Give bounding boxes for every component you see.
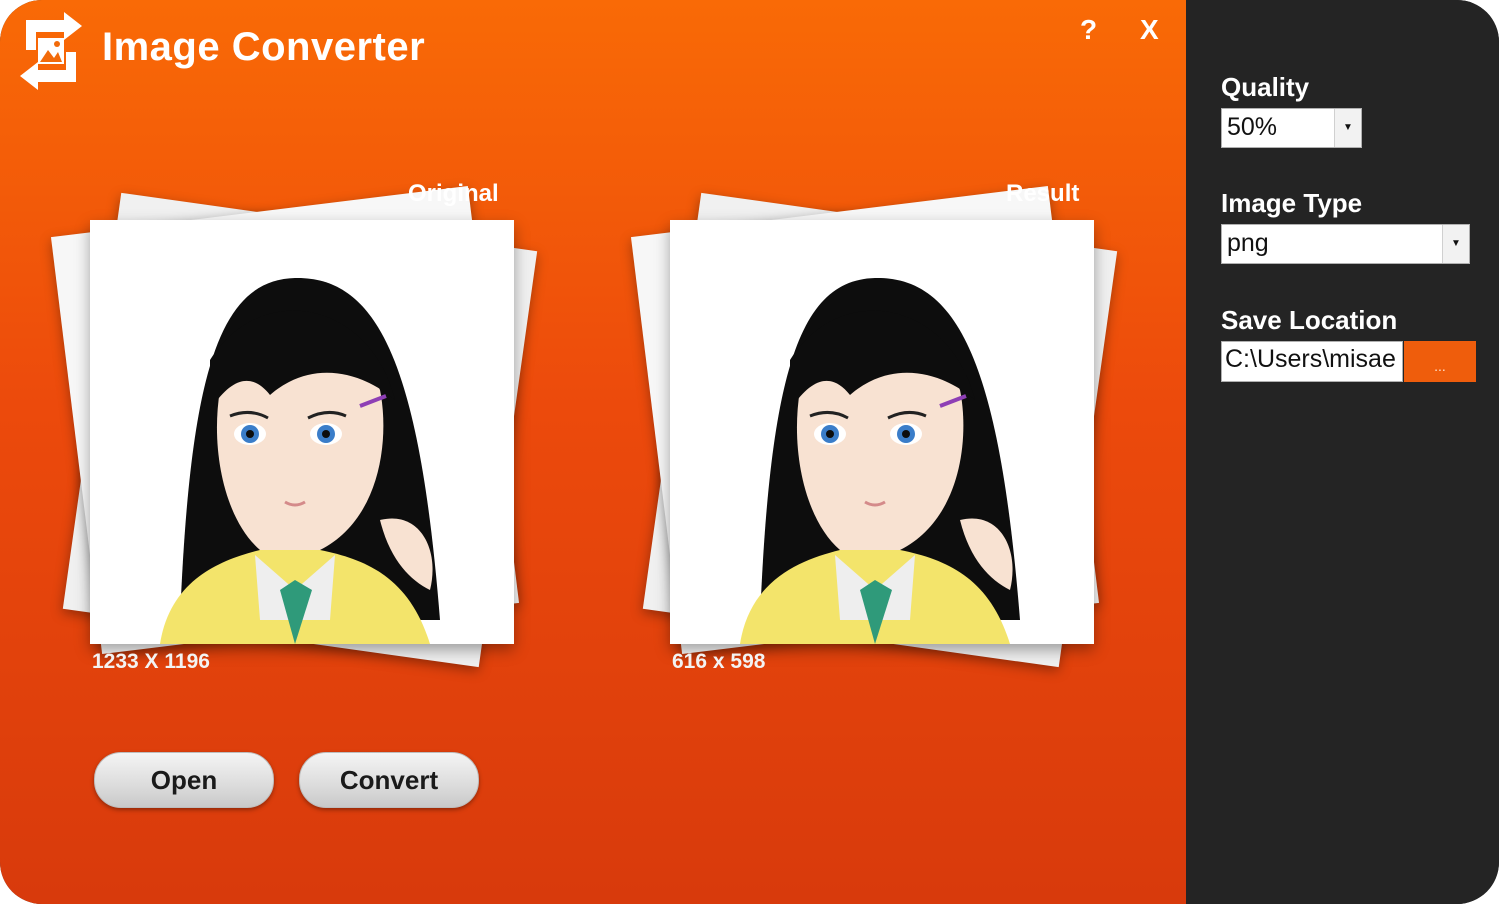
original-dimensions: 1233 X 1196 bbox=[92, 650, 210, 673]
result-image-panel: Result 616 x 598 bbox=[610, 165, 1118, 685]
close-button[interactable]: X bbox=[1140, 14, 1159, 46]
save-location-input[interactable]: C:\Users\misae bbox=[1221, 341, 1403, 382]
convert-arrows-icon bbox=[20, 12, 82, 90]
result-label: Result bbox=[1006, 180, 1080, 207]
browse-button[interactable]: ... bbox=[1404, 341, 1476, 382]
quality-value: 50% bbox=[1227, 113, 1278, 141]
original-image[interactable] bbox=[90, 220, 514, 644]
convert-button[interactable]: Convert bbox=[299, 752, 479, 808]
app-title: Image Converter bbox=[102, 25, 426, 69]
result-dimensions: 616 x 598 bbox=[672, 650, 766, 673]
chevron-down-icon[interactable]: ▼ bbox=[1334, 109, 1361, 147]
main-panel: Image Converter ? X Original 1233 X 1196… bbox=[0, 0, 1186, 904]
original-label: Original bbox=[408, 180, 499, 207]
image-type-select[interactable]: png ▼ bbox=[1221, 224, 1470, 264]
quality-label: Quality bbox=[1221, 72, 1310, 102]
girl-portrait-image bbox=[160, 277, 440, 644]
original-image-panel: Original 1233 X 1196 bbox=[30, 165, 538, 685]
image-type-value: png bbox=[1227, 229, 1269, 257]
save-location-label: Save Location bbox=[1221, 305, 1398, 335]
result-image[interactable] bbox=[670, 220, 1094, 644]
quality-select[interactable]: 50% ▼ bbox=[1221, 108, 1362, 148]
app-window: Image Converter ? X Original 1233 X 1196… bbox=[0, 0, 1499, 904]
image-type-label: Image Type bbox=[1221, 188, 1363, 218]
help-button[interactable]: ? bbox=[1080, 14, 1097, 46]
chevron-down-icon[interactable]: ▼ bbox=[1442, 225, 1469, 263]
settings-sidebar: Quality 50% ▼ Image Type png ▼ Save Loca… bbox=[1186, 0, 1499, 904]
open-button[interactable]: Open bbox=[94, 752, 274, 808]
girl-portrait-image bbox=[740, 277, 1020, 644]
